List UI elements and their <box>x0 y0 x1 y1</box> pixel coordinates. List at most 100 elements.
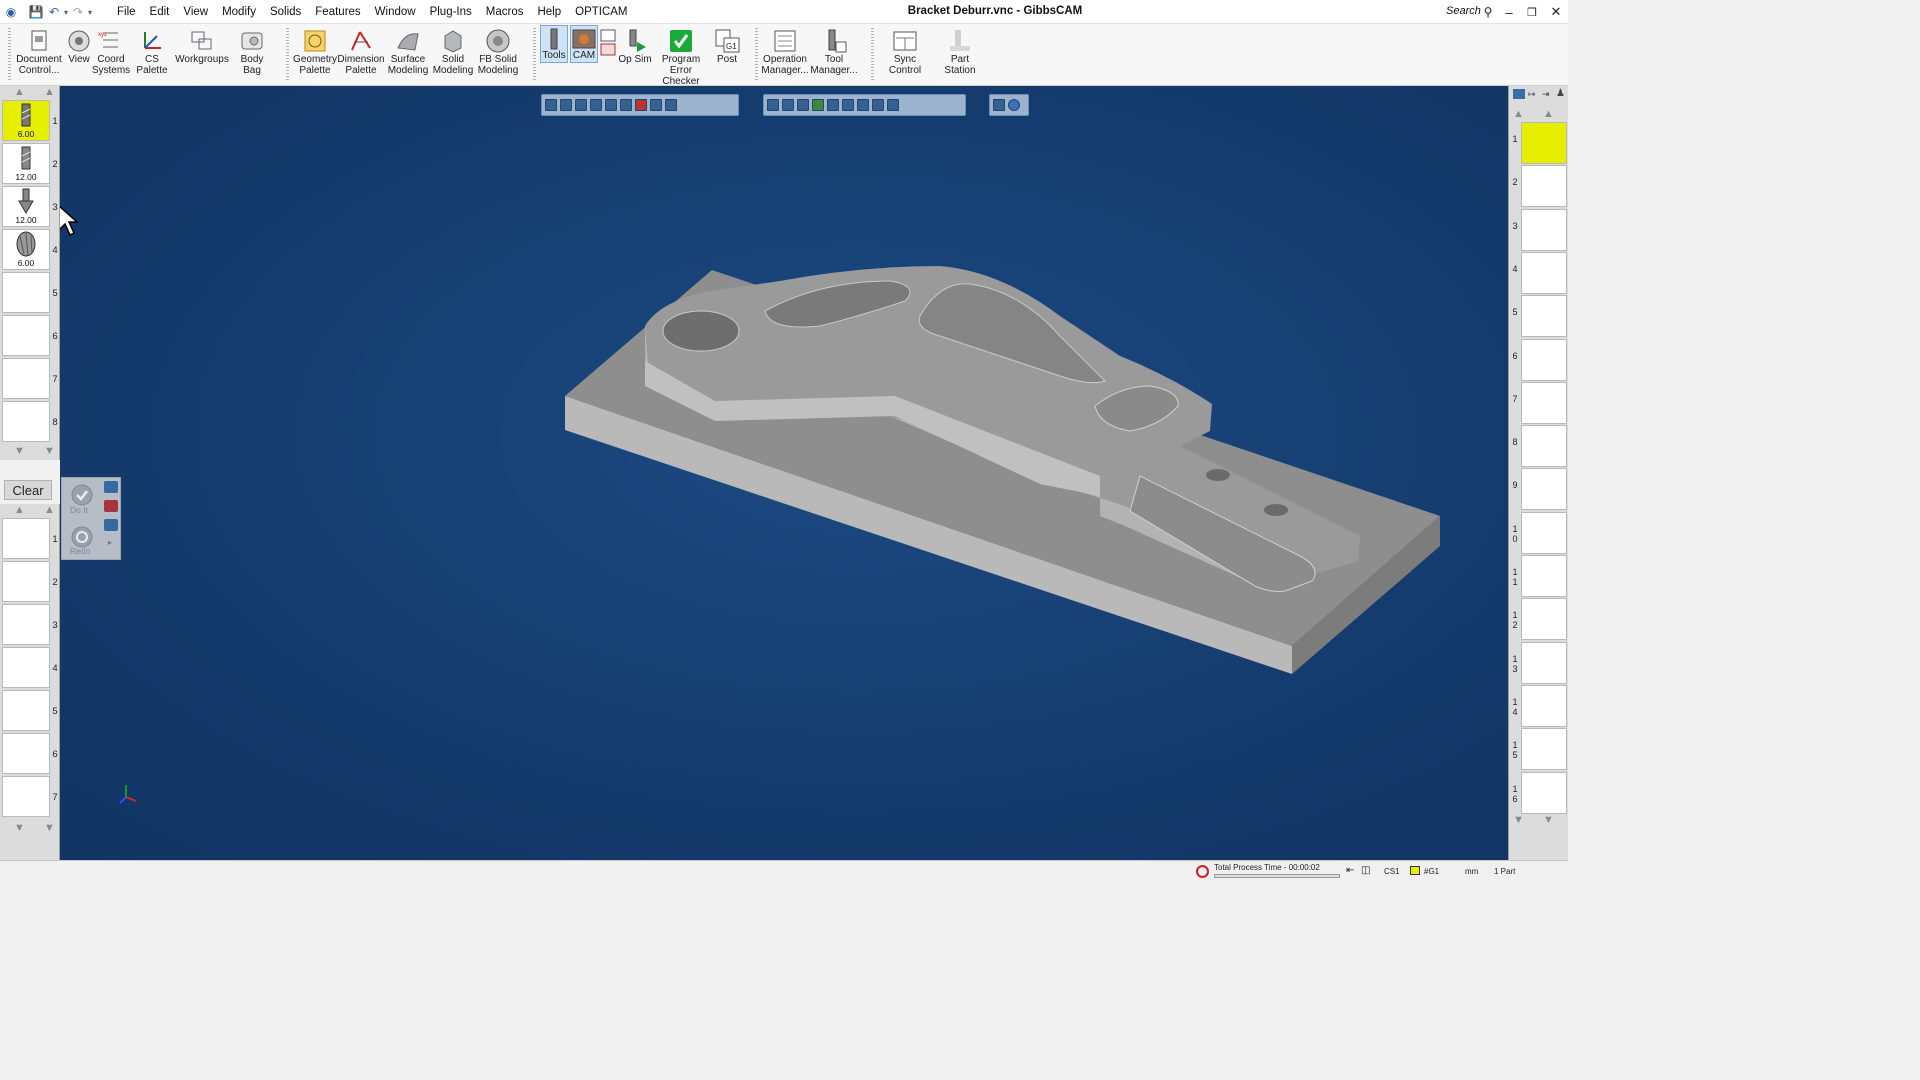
trash-icon[interactable]: ◫ <box>1361 865 1370 876</box>
op-list-bottom-icon[interactable]: ▼ <box>1543 814 1554 826</box>
save-process-icon[interactable] <box>104 519 118 531</box>
rewind-icon[interactable]: ⇤ <box>1346 865 1354 876</box>
process-slot-2[interactable] <box>2 561 50 602</box>
g1-indicator[interactable]: #G1 <box>1424 867 1439 876</box>
process-slot-7[interactable] <box>2 776 50 817</box>
toolbar-grip[interactable] <box>8 28 11 80</box>
operation-manager-button[interactable]: Operation Manager... <box>761 26 809 82</box>
cam-options-button[interactable] <box>600 26 616 82</box>
process-list-scroll-down-icon[interactable]: ▼ <box>14 822 25 834</box>
solid-modeling-button[interactable]: Solid Modeling <box>432 26 474 82</box>
tool-slot-1[interactable]: 6.00 <box>2 100 50 141</box>
document-control-button[interactable]: Document Control... <box>16 26 62 82</box>
parts-indicator[interactable]: 1 Part <box>1494 867 1515 876</box>
do-it-check-icon[interactable] <box>70 483 94 507</box>
process-slot-4[interactable] <box>2 647 50 688</box>
operation-slot-16[interactable] <box>1521 771 1567 814</box>
cs-palette-button[interactable]: CS Palette <box>130 26 174 82</box>
workgroups-button[interactable]: Workgroups <box>175 26 229 82</box>
surface-modeling-button[interactable]: Surface Modeling <box>386 26 430 82</box>
cs-indicator[interactable]: CS1 <box>1384 867 1400 876</box>
toolbar-grip[interactable] <box>533 28 536 80</box>
units-indicator[interactable]: mm <box>1465 867 1478 876</box>
tool-slot-4[interactable]: 6.00 <box>2 229 50 270</box>
dimension-palette-button[interactable]: Dimension Palette <box>337 26 385 82</box>
process-list-bottom-icon[interactable]: ▼ <box>44 822 55 834</box>
body-bag-button[interactable]: Body Bag <box>231 26 273 82</box>
op-expand-icon[interactable] <box>1513 89 1525 99</box>
operation-slot-number: 7 <box>1512 393 1518 404</box>
process-list-top-icon[interactable]: ▲ <box>44 504 55 516</box>
view-button[interactable]: View <box>64 26 94 82</box>
operation-slot-10[interactable] <box>1521 511 1567 554</box>
operation-slot-1[interactable] <box>1521 122 1567 164</box>
tool-list-scroll-down-icon[interactable]: ▼ <box>14 445 25 457</box>
op-forward-icon[interactable]: ⇥ <box>1542 89 1550 100</box>
toolbar-grip[interactable] <box>755 28 758 80</box>
operation-slot-3[interactable] <box>1521 208 1567 251</box>
redo-label: Redo <box>70 546 91 556</box>
toolbar-grip[interactable] <box>871 28 874 80</box>
3d-viewport[interactable] <box>58 86 1508 860</box>
post-button[interactable]: G1 Post <box>712 26 742 82</box>
op-arrows-icon[interactable]: ↦ <box>1528 89 1536 100</box>
operation-slot-7[interactable] <box>1521 381 1567 424</box>
op-list-top-icon[interactable]: ▲ <box>1543 108 1554 120</box>
minimize-button[interactable]: – <box>1499 2 1519 22</box>
operation-slot-12[interactable] <box>1521 598 1567 641</box>
process-slot-number: 2 <box>52 577 58 588</box>
operation-slot-9[interactable] <box>1521 468 1567 511</box>
tool-list-top-icon[interactable]: ▲ <box>44 86 55 98</box>
process-slot-3[interactable] <box>2 604 50 645</box>
gibbscam-window: ◉ 💾 ↶ ▾ ↷ ▾ File Edit View Modify Solids… <box>0 0 1568 882</box>
part-station-button[interactable]: Part Station <box>934 26 986 82</box>
operation-slot-11[interactable] <box>1521 555 1567 597</box>
sync-control-button[interactable]: Sync Control <box>878 26 932 82</box>
search-label[interactable]: Search <box>1446 5 1481 17</box>
op-person-icon[interactable]: ♟ <box>1556 88 1565 99</box>
operation-slot-6[interactable] <box>1521 338 1567 381</box>
delete-process-icon[interactable] <box>104 500 118 512</box>
tool-slot-6[interactable] <box>2 315 50 356</box>
tool-list-bottom-icon[interactable]: ▼ <box>44 445 55 457</box>
operation-slot-2[interactable] <box>1521 165 1567 208</box>
tool-list-scroll-up-icon[interactable]: ▲ <box>14 86 25 98</box>
small-hole-1 <box>1206 469 1230 481</box>
tool-slot-5[interactable] <box>2 272 50 313</box>
tool-slot-8[interactable] <box>2 401 50 442</box>
operation-slot-number: 4 <box>1512 263 1518 274</box>
process-list-scroll-up-icon[interactable]: ▲ <box>14 504 25 516</box>
op-list-scroll-down-icon[interactable]: ▼ <box>1513 814 1524 826</box>
operation-slot-8[interactable] <box>1521 425 1567 468</box>
coord-systems-button[interactable]: xyz Coord Systems <box>92 26 130 82</box>
close-button[interactable]: ✕ <box>1546 2 1566 22</box>
do-it-label: Do It <box>70 505 88 515</box>
tool-slot-7[interactable] <box>2 358 50 399</box>
tool-manager-button[interactable]: Tool Manager... <box>810 26 858 82</box>
folder-icon[interactable] <box>104 481 118 493</box>
operation-slot-15[interactable] <box>1521 728 1567 771</box>
fb-solid-modeling-button[interactable]: FB Solid Modeling <box>476 26 520 82</box>
part-model[interactable] <box>60 86 1508 860</box>
clear-button[interactable]: Clear <box>4 480 52 500</box>
search-icon[interactable]: ⚲ <box>1478 2 1498 22</box>
process-slot-5[interactable] <box>2 690 50 731</box>
restore-button[interactable]: ❐ <box>1522 2 1542 22</box>
process-slot-1[interactable] <box>2 518 50 559</box>
toolbar-grip[interactable] <box>286 28 289 80</box>
operation-slot-14[interactable] <box>1521 684 1567 727</box>
process-slot-6[interactable] <box>2 733 50 774</box>
tool-slot-2[interactable]: 12.00 <box>2 143 50 184</box>
op-list-scroll-up-icon[interactable]: ▲ <box>1513 108 1524 120</box>
cam-button[interactable]: CAM <box>570 25 598 63</box>
expand-arrow-icon[interactable]: ▸ <box>108 538 112 547</box>
stop-icon[interactable] <box>1196 865 1209 878</box>
operation-slot-4[interactable] <box>1521 251 1567 294</box>
op-sim-button[interactable]: Op Sim <box>618 26 652 82</box>
program-error-checker-button[interactable]: Program Error Checker <box>652 26 710 87</box>
tools-button[interactable]: Tools <box>540 25 568 63</box>
geometry-palette-button[interactable]: Geometry Palette <box>293 26 337 82</box>
operation-slot-13[interactable] <box>1521 641 1567 684</box>
operation-slot-5[interactable] <box>1521 295 1567 338</box>
tool-slot-3[interactable]: 12.00 <box>2 186 50 227</box>
